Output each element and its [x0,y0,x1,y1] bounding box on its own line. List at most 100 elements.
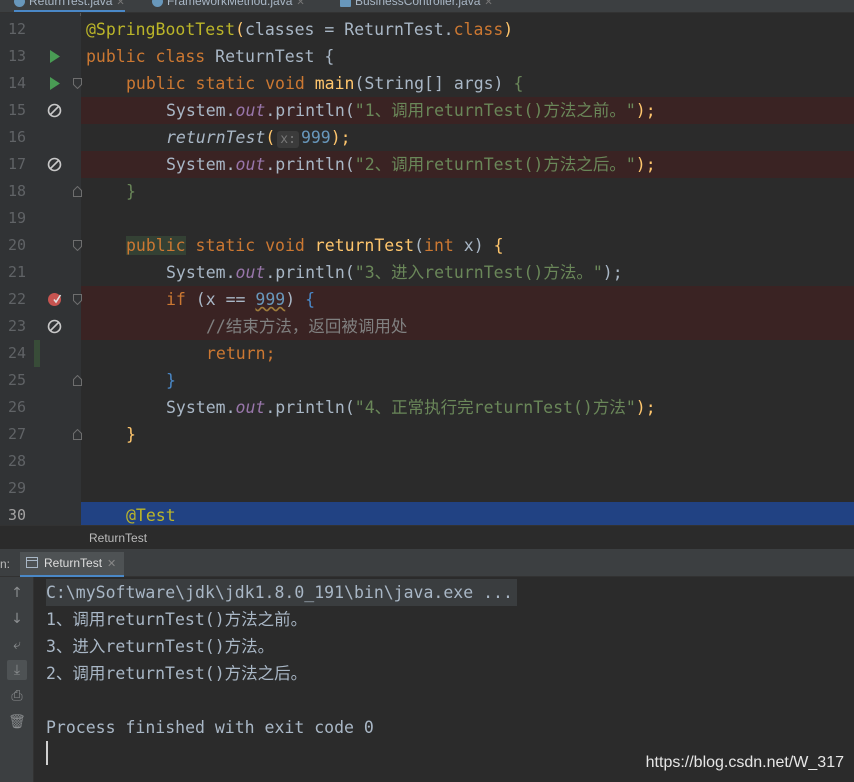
line-number: 27 [8,425,27,443]
code-line[interactable]: 24 return; [0,340,854,367]
java-class-icon [152,0,163,8]
code-text: @Test [126,506,176,525]
code-text: return; [206,344,276,363]
code-text: } [126,182,136,201]
code-line[interactable]: 21 System.out.println("3、进入returnTest()方… [0,259,854,286]
code-text: //结束方法，返回被调用处 [206,317,408,336]
code-line[interactable]: 27 } [0,421,854,448]
code-line[interactable]: 14 public static void main(String[] args… [0,70,854,97]
tab-label: ReturnTest.java [29,0,113,8]
code-text: System.out.println("3、进入returnTest()方法。"… [166,263,623,282]
trash-icon[interactable]: 🗑 [7,712,27,732]
code-line[interactable]: 16 returnTest(x: 999); [0,124,854,151]
text-caret [46,741,48,765]
scroll-to-end-icon[interactable]: ⤓ [7,660,27,680]
close-icon[interactable]: ✕ [484,0,492,8]
console-exit-line: Process finished with exit code 0 [46,718,374,737]
line-number: 12 [8,20,27,38]
console-toolbar: ↑ ↓ ⤶ ⤓ ⎙ 🗑 [0,577,34,782]
current-code-line[interactable]: 30 @Test [0,502,854,525]
close-icon[interactable]: ✕ [116,0,124,8]
tab-frameworkmethod[interactable]: FrameworkMethod.java ✕ [152,0,305,10]
line-number: 19 [8,209,27,227]
up-arrow-icon[interactable]: ↑ [7,583,27,603]
tab-label: FrameworkMethod.java [167,0,293,8]
code-text: System.out.println("4、正常执行完returnTest()方… [166,398,656,417]
watermark-text: https://blog.csdn.net/W_317 [645,754,844,771]
tab-returntest[interactable]: ReturnTest.java ✕ [14,0,125,12]
line-number: 15 [8,101,27,119]
line-number: 14 [8,74,27,92]
breadcrumb-item[interactable]: ReturnTest [89,531,147,545]
code-text: returnTest(x: 999); [166,128,351,148]
line-number: 17 [8,155,27,173]
soft-wrap-icon[interactable]: ⤶ [7,635,27,655]
fold-end-icon[interactable] [73,375,82,386]
code-text: System.out.println("1、调用returnTest()方法之前… [166,101,656,120]
line-number: 30 [0,502,34,525]
code-text: } [166,371,176,390]
run-icon[interactable] [47,76,62,91]
muted-breakpoint-icon[interactable] [47,157,62,172]
line-number: 26 [8,398,27,416]
code-text: public static void main(String[] args) { [126,74,524,93]
line-number: 16 [8,128,27,146]
vcs-change-marker[interactable] [34,340,40,367]
console-line: 1、调用returnTest()方法之前。 [46,610,308,629]
close-icon[interactable]: ✕ [107,558,116,570]
parameter-hint: x: [277,131,299,148]
console-line: 2、调用returnTest()方法之后。 [46,664,308,683]
code-text: } [126,425,136,444]
tab-label: BusinessController.java [355,0,481,8]
line-number: 24 [8,344,27,362]
code-line[interactable]: 29 [0,475,854,502]
print-icon[interactable]: ⎙ [7,686,27,706]
fold-icon[interactable] [73,240,82,251]
muted-breakpoint-icon[interactable] [47,319,62,334]
java-file-icon [340,0,351,8]
code-line[interactable]: 28 [0,448,854,475]
line-number: 13 [8,47,27,65]
fold-icon[interactable] [73,78,82,89]
run-icon[interactable] [47,49,62,64]
code-line[interactable]: 22 if (x == 999) { [0,286,854,313]
line-number: 18 [8,182,27,200]
line-number: 23 [8,317,27,335]
code-line[interactable]: 17 System.out.println("2、调用returnTest()方… [0,151,854,178]
console-icon [26,557,38,568]
tab-businesscontroller[interactable]: BusinessController.java ✕ [340,0,493,10]
line-number: 28 [8,452,27,470]
down-arrow-icon[interactable]: ↓ [7,609,27,629]
line-number: 25 [8,371,27,389]
breadcrumb: ReturnTest [0,525,854,550]
breakpoint-icon[interactable] [47,292,62,307]
code-line[interactable]: 19 [0,205,854,232]
line-number: 20 [8,236,27,254]
code-line[interactable]: 20 public static void returnTest(int x) … [0,232,854,259]
code-text: if (x == 999) { [166,290,316,309]
close-icon[interactable]: ✕ [296,0,304,8]
muted-breakpoint-icon[interactable] [47,103,62,118]
code-editor[interactable]: 12 @SpringBootTest(classes = ReturnTest.… [0,13,854,525]
code-text: @SpringBootTest(classes = ReturnTest.cla… [86,20,514,39]
code-text: System.out.println("2、调用returnTest()方法之后… [166,155,656,174]
code-line[interactable]: 13 public class ReturnTest { [0,43,854,70]
code-line[interactable]: 18 } [0,178,854,205]
java-class-icon [14,0,25,8]
run-tab-returntest[interactable]: ReturnTest ✕ [20,552,125,577]
run-tab-label: ReturnTest [44,556,103,570]
line-number: 22 [8,290,27,308]
code-line[interactable]: 23 //结束方法，返回被调用处 [0,313,854,340]
editor-tab-bar: ReturnTest.java ✕ FrameworkMethod.java ✕ B… [0,0,854,13]
code-line[interactable]: 26 System.out.println("4、正常执行完returnTest… [0,394,854,421]
fold-icon[interactable] [73,294,82,305]
line-number: 21 [8,263,27,281]
console-output[interactable]: ↑ ↓ ⤶ ⤓ ⎙ 🗑 C:\mySoftware\jdk\jdk1.8.0_1… [0,577,854,782]
code-line[interactable]: 15 System.out.println("1、调用returnTest()方… [0,97,854,124]
console-command-line[interactable]: C:\mySoftware\jdk\jdk1.8.0_191\bin\java.… [46,579,517,606]
fold-end-icon[interactable] [73,186,82,197]
run-panel-header: n: ReturnTest ✕ [0,552,854,577]
code-line[interactable]: 12 @SpringBootTest(classes = ReturnTest.… [0,16,854,43]
code-line[interactable]: 25 } [0,367,854,394]
fold-end-icon[interactable] [73,429,82,440]
